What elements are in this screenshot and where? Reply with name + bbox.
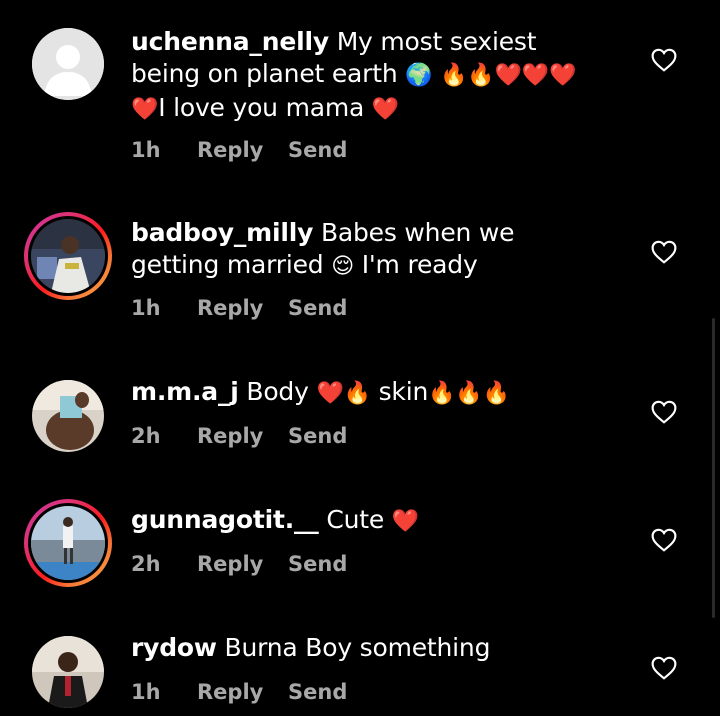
reply-button[interactable]: Reply: [197, 424, 288, 448]
comment-time: 1h: [131, 680, 161, 704]
comment-time: 2h: [131, 424, 161, 448]
send-button[interactable]: Send: [288, 296, 347, 320]
comment-text: uchenna_nelly My most sexiest being on p…: [131, 26, 601, 126]
comment-body: Burna Boy something: [224, 633, 491, 662]
comment-body-cont: I love you mama: [158, 93, 372, 122]
send-button[interactable]: Send: [288, 424, 347, 448]
heart-emoji: ❤️: [391, 509, 419, 534]
comment-item: badboy_milly Babes when we getting marri…: [0, 190, 720, 330]
comment-text: badboy_milly Babes when we getting marri…: [131, 218, 515, 279]
comment-body: Body: [246, 377, 317, 406]
comment-time: 2h: [131, 552, 161, 576]
avatar-story-ring[interactable]: [24, 499, 112, 587]
scrollbar[interactable]: [712, 318, 715, 618]
comment-item: rydow Burna Boy something 1h Reply Send: [0, 600, 720, 716]
heart-outline-icon[interactable]: [651, 400, 677, 424]
avatar[interactable]: [24, 372, 112, 460]
comment-text: rydow Burna Boy something: [131, 632, 601, 664]
comment-meta: 1h Reply Send: [131, 680, 347, 704]
reply-button[interactable]: Reply: [197, 680, 288, 704]
heart-emoji: ❤️: [371, 97, 400, 122]
comment-text: gunnagotit.__ Cute ❤️: [131, 504, 601, 538]
reply-button[interactable]: Reply: [197, 552, 288, 576]
heart-outline-icon[interactable]: [651, 240, 677, 264]
send-button[interactable]: Send: [288, 680, 347, 704]
comment-username[interactable]: gunnagotit.__: [131, 505, 319, 534]
avatar: [31, 506, 105, 580]
globe-emoji: 🌍: [405, 63, 433, 88]
profile-photo: [31, 506, 105, 580]
comment-meta: 1h Reply Send: [131, 296, 347, 320]
comment-item: gunnagotit.__ Cute ❤️ 2h Reply Send: [0, 470, 720, 600]
avatar[interactable]: [24, 20, 112, 108]
avatar-story-ring[interactable]: [24, 212, 112, 300]
comment-username[interactable]: m.m.a_j: [131, 377, 239, 406]
comment-meta: 2h Reply Send: [131, 552, 347, 576]
comment-text: m.m.a_j Body ❤️🔥 skin🔥🔥🔥: [131, 377, 510, 406]
comment-meta: 2h Reply Send: [131, 424, 347, 448]
heart-fire-emoji: ❤️🔥: [316, 381, 371, 406]
comment-username[interactable]: uchenna_nelly: [131, 27, 329, 56]
heart-outline-icon[interactable]: [651, 48, 677, 72]
send-button[interactable]: Send: [288, 552, 347, 576]
default-avatar-icon: [32, 28, 104, 100]
reply-button[interactable]: Reply: [197, 138, 288, 162]
comment-time: 1h: [131, 138, 161, 162]
avatar: [31, 219, 105, 293]
relieved-emoji: 😌: [331, 254, 354, 279]
fire-emoji: 🔥🔥🔥: [428, 381, 510, 406]
comment-username[interactable]: badboy_milly: [131, 218, 313, 247]
comment-username[interactable]: rydow: [131, 633, 217, 662]
comment-time: 1h: [131, 296, 161, 320]
comment-body: Cute: [326, 505, 392, 534]
profile-photo: [32, 636, 104, 708]
send-button[interactable]: Send: [288, 138, 347, 162]
profile-photo: [31, 219, 105, 293]
comment-item: m.m.a_j Body ❤️🔥 skin🔥🔥🔥 2h Reply Send: [0, 330, 720, 470]
heart-outline-icon[interactable]: [651, 656, 677, 680]
avatar[interactable]: [24, 628, 112, 716]
comment-meta: 1h Reply Send: [131, 138, 347, 162]
comment-item: uchenna_nelly My most sexiest being on p…: [0, 0, 720, 190]
profile-photo: [32, 380, 104, 452]
reply-button[interactable]: Reply: [197, 296, 288, 320]
heart-outline-icon[interactable]: [651, 528, 677, 552]
